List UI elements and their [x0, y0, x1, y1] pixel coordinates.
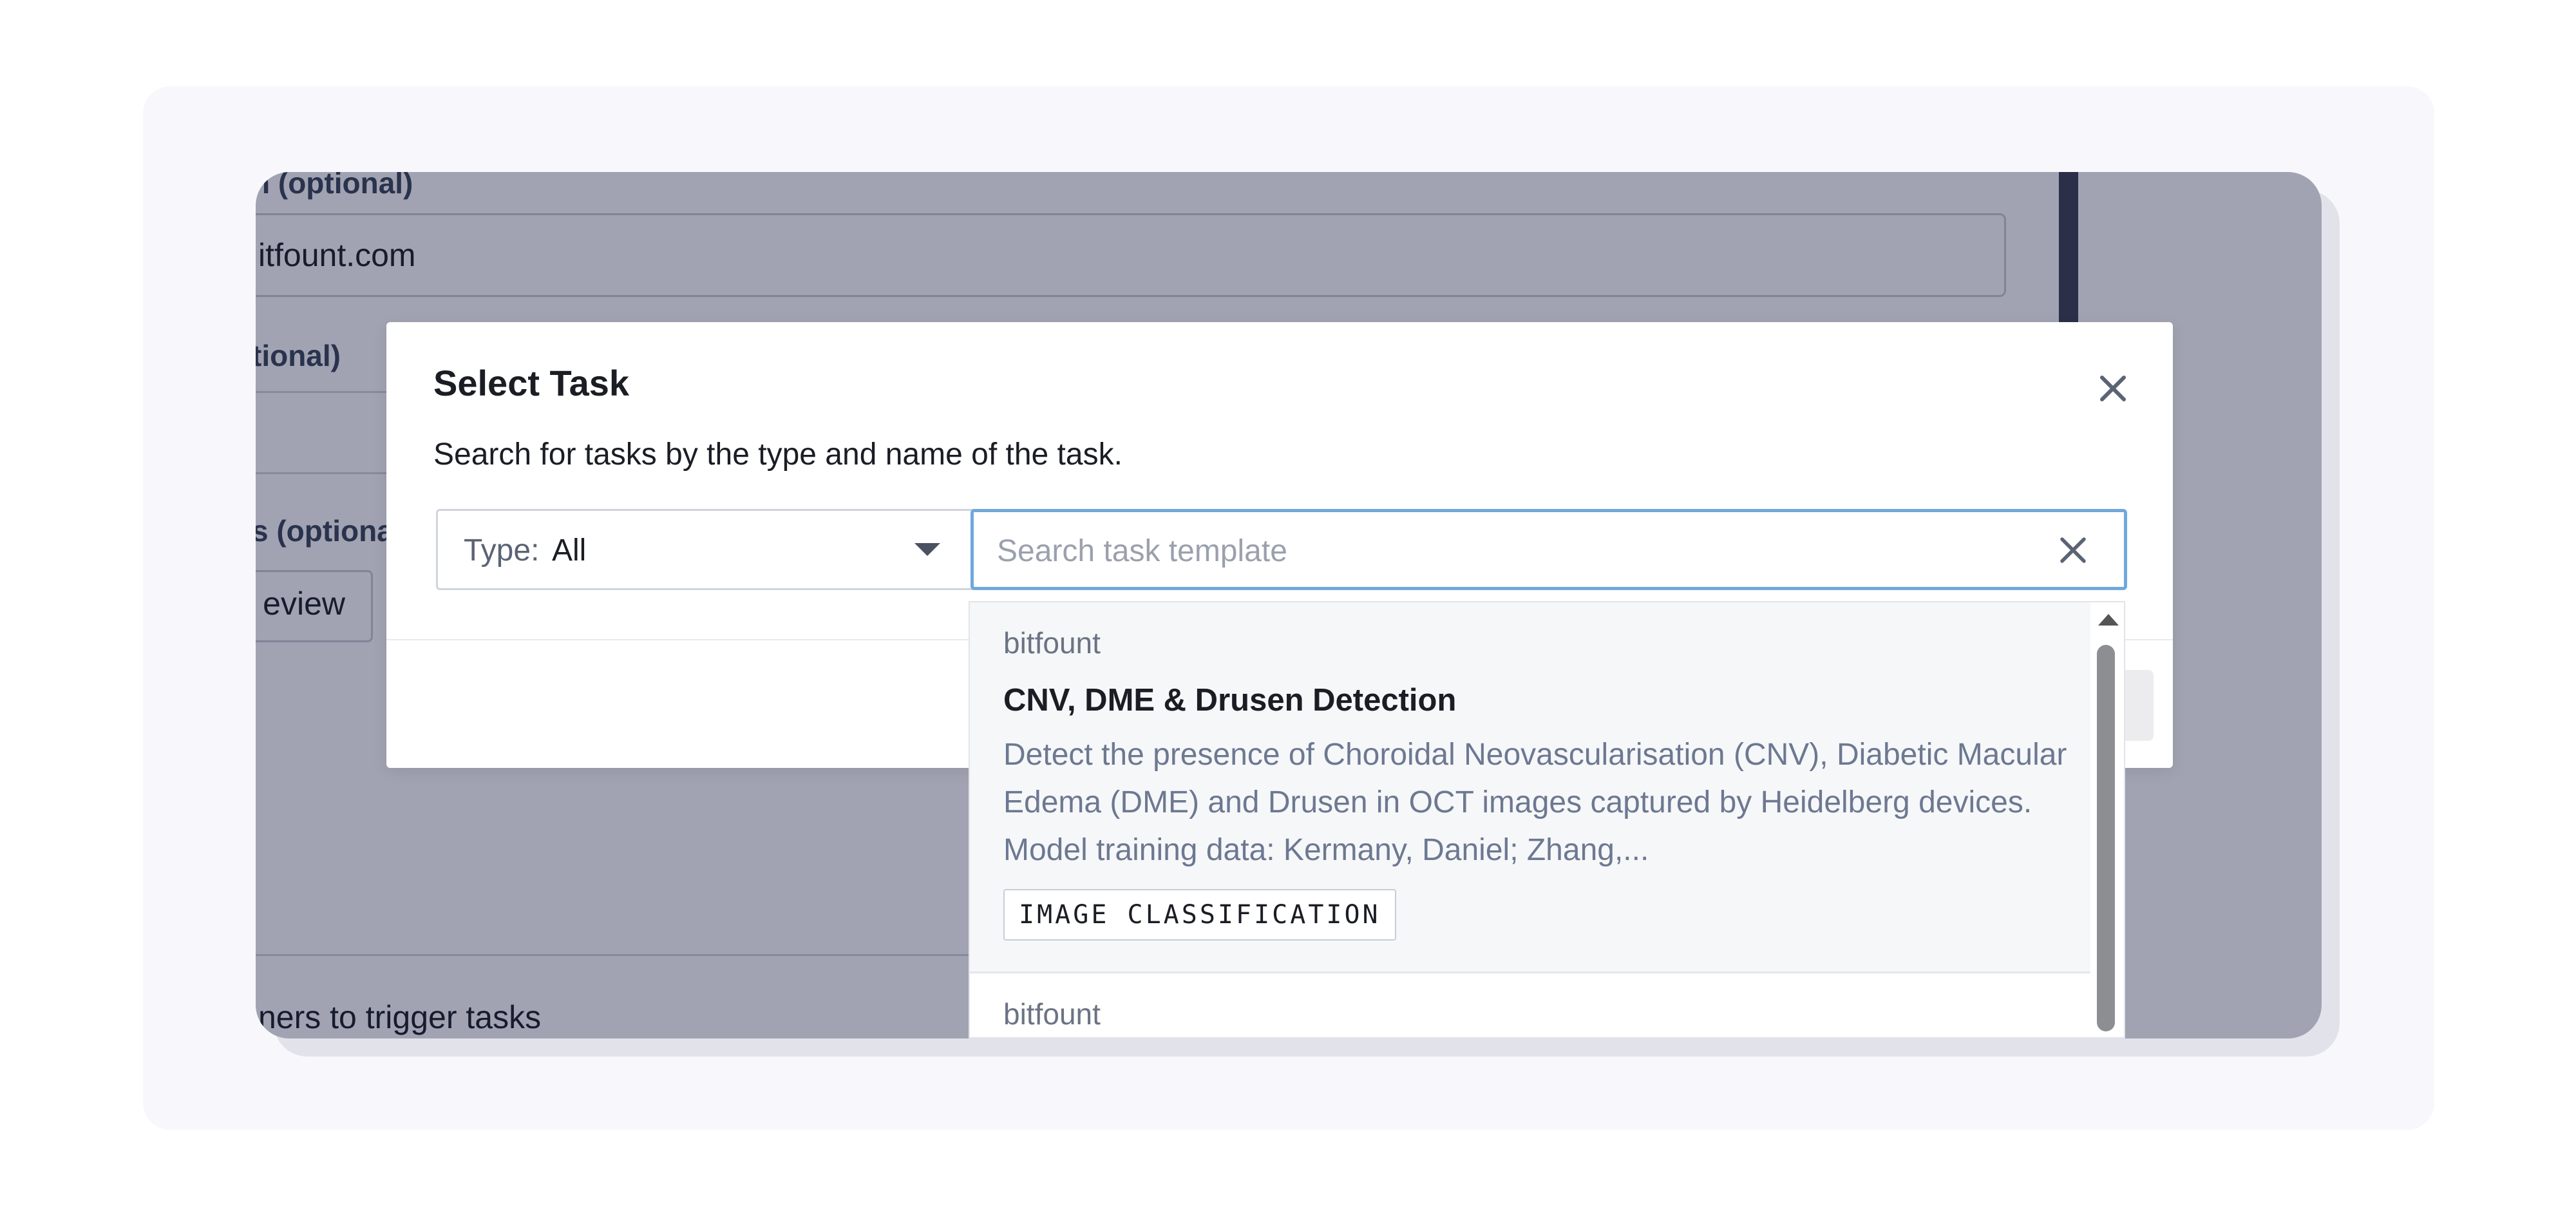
task-option[interactable]: bitfount	[970, 973, 2090, 1037]
close-icon[interactable]	[2093, 368, 2133, 408]
task-name: CNV, DME & Drusen Detection	[1003, 683, 1457, 718]
dropdown-scrollbar[interactable]	[2097, 645, 2115, 1031]
search-box[interactable]	[971, 509, 2127, 590]
task-owner: bitfount	[1003, 997, 1101, 1031]
type-filter-select[interactable]: Type: All	[436, 509, 973, 590]
modal-description: Search for tasks by the type and name of…	[433, 437, 1122, 472]
task-description: Detect the presence of Choroidal Neovasc…	[1003, 738, 2067, 867]
task-type-tag: IMAGE CLASSIFICATION	[1003, 889, 1396, 941]
modal-title: Select Task	[433, 363, 630, 403]
task-option[interactable]: bitfount CNV, DME & Drusen Detection Det…	[970, 602, 2090, 971]
type-filter-value: All	[552, 533, 587, 568]
clear-search-icon[interactable]	[2057, 534, 2089, 566]
footer-button[interactable]	[2125, 670, 2154, 741]
task-results-dropdown: bitfount CNV, DME & Drusen Detection Det…	[969, 601, 2125, 1038]
caret-down-icon	[914, 543, 940, 556]
search-input[interactable]	[996, 528, 2029, 574]
task-owner: bitfount	[1003, 626, 1101, 660]
scroll-up-icon[interactable]	[2098, 614, 2119, 626]
type-filter-prefix: Type:	[464, 533, 540, 568]
